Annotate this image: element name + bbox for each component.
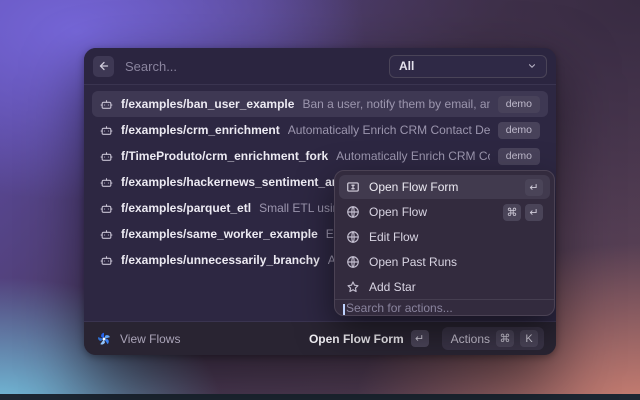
flow-path: f/examples/parquet_etl bbox=[121, 201, 251, 215]
globe-icon bbox=[346, 205, 360, 219]
action-menu-list: Open Flow Form ↵ Open Flow ⌘ ↵ bbox=[335, 171, 554, 299]
footer-actions: Open Flow Form ↵ Actions ⌘ K bbox=[309, 327, 544, 350]
form-input-icon bbox=[346, 180, 360, 194]
action-menu: Open Flow Form ↵ Open Flow ⌘ ↵ bbox=[334, 170, 555, 316]
palette-footer: View Flows Open Flow Form ↵ Actions ⌘ K bbox=[84, 321, 556, 355]
k-key-badge: K bbox=[520, 330, 538, 347]
enter-key-badge: ↵ bbox=[411, 330, 429, 347]
menu-item-open-flow[interactable]: Open Flow ⌘ ↵ bbox=[339, 200, 550, 224]
globe-icon bbox=[346, 230, 360, 244]
flow-path: f/examples/hackernews_sentiment_an... bbox=[121, 175, 349, 189]
enter-key-badge: ↵ bbox=[525, 204, 543, 221]
view-flows-label: View Flows bbox=[120, 332, 180, 346]
bottom-edge-strip bbox=[0, 394, 640, 400]
menu-item-add-star[interactable]: Add Star bbox=[339, 275, 550, 299]
cmd-key-badge: ⌘ bbox=[496, 330, 514, 347]
primary-action-label: Open Flow Form bbox=[309, 332, 404, 346]
flow-path: f/examples/unnecessarily_branchy bbox=[121, 253, 320, 267]
flow-icon bbox=[100, 124, 113, 137]
demo-badge: demo bbox=[498, 148, 540, 165]
flow-path: f/examples/crm_enrichment bbox=[121, 123, 280, 137]
palette-header: All bbox=[84, 48, 556, 85]
flow-icon bbox=[100, 228, 113, 241]
windmill-logo-icon bbox=[96, 331, 112, 347]
flow-icon bbox=[100, 202, 113, 215]
flow-path: f/examples/ban_user_example bbox=[121, 97, 294, 111]
filter-value: All bbox=[399, 59, 414, 73]
flow-icon bbox=[100, 98, 113, 111]
menu-item-edit-flow[interactable]: Edit Flow bbox=[339, 225, 550, 249]
star-icon bbox=[346, 280, 360, 294]
globe-icon bbox=[346, 255, 360, 269]
text-cursor bbox=[343, 304, 345, 316]
enter-key-badge: ↵ bbox=[525, 179, 543, 196]
demo-badge: demo bbox=[498, 96, 540, 113]
flow-path: f/TimeProduto/crm_enrichment_fork bbox=[121, 149, 328, 163]
flow-path: f/examples/same_worker_example bbox=[121, 227, 318, 241]
action-search-input[interactable] bbox=[335, 301, 554, 315]
result-row[interactable]: f/TimeProduto/crm_enrichment_fork Automa… bbox=[92, 143, 548, 169]
flow-icon bbox=[100, 150, 113, 163]
filter-dropdown[interactable]: All bbox=[389, 55, 547, 78]
cmd-key-badge: ⌘ bbox=[503, 204, 521, 221]
chevron-down-icon bbox=[527, 61, 537, 71]
menu-item-open-flow-form[interactable]: Open Flow Form ↵ bbox=[339, 175, 550, 199]
arrow-left-icon bbox=[98, 60, 110, 72]
flow-description: Automatically Enrich CRM Contact Details… bbox=[336, 149, 490, 163]
actions-label: Actions bbox=[451, 332, 490, 346]
flow-icon bbox=[100, 176, 113, 189]
back-button[interactable] bbox=[93, 56, 114, 77]
result-row[interactable]: f/examples/ban_user_example Ban a user, … bbox=[92, 91, 548, 117]
menu-item-open-past-runs[interactable]: Open Past Runs bbox=[339, 250, 550, 274]
flow-icon bbox=[100, 254, 113, 267]
demo-badge: demo bbox=[498, 122, 540, 139]
desktop-background: All f/examples/ban_user_example Ban a us… bbox=[0, 0, 640, 400]
search-input[interactable] bbox=[123, 58, 380, 75]
flow-description: Ban a user, notify them by email, and us… bbox=[302, 97, 489, 111]
flow-description: Automatically Enrich CRM Contact Details… bbox=[288, 123, 490, 137]
command-palette: All f/examples/ban_user_example Ban a us… bbox=[84, 48, 556, 355]
result-row[interactable]: f/examples/crm_enrichment Automatically … bbox=[92, 117, 548, 143]
action-search bbox=[335, 299, 554, 315]
actions-button[interactable]: Actions ⌘ K bbox=[442, 327, 544, 350]
